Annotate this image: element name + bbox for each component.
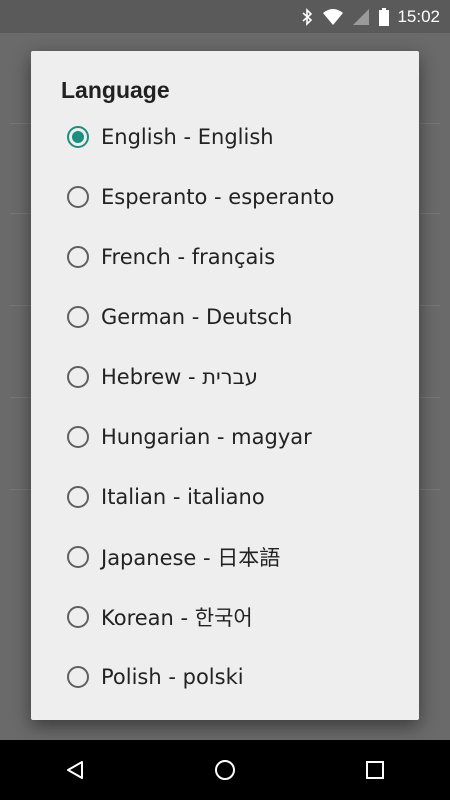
radio-unselected-icon[interactable]	[67, 606, 89, 628]
home-icon[interactable]	[195, 740, 255, 800]
radio-unselected-icon[interactable]	[67, 486, 89, 508]
language-option[interactable]: Italian - italiano	[31, 467, 419, 527]
option-label: French - français	[101, 245, 276, 269]
option-label: Hungarian - magyar	[101, 425, 312, 449]
radio-unselected-icon[interactable]	[67, 186, 89, 208]
option-label: Korean - 한국어	[101, 606, 253, 630]
back-icon[interactable]	[45, 740, 105, 800]
radio-unselected-icon[interactable]	[67, 306, 89, 328]
recents-icon[interactable]	[345, 740, 405, 800]
status-time: 15:02	[397, 6, 440, 26]
language-option[interactable]: English - English	[31, 107, 419, 167]
language-option[interactable]: Hungarian - magyar	[31, 407, 419, 467]
language-option[interactable]: French - français	[31, 227, 419, 287]
language-option[interactable]: Esperanto - esperanto	[31, 167, 419, 227]
radio-unselected-icon[interactable]	[67, 666, 89, 688]
language-dialog: Language English - English Esperanto - e…	[31, 51, 419, 720]
option-label: Japanese - 日本語	[101, 546, 281, 570]
dialog-title: Language	[61, 77, 170, 103]
language-option[interactable]: Polish - polski	[31, 647, 419, 707]
language-option[interactable]: Korean - 한국어	[31, 587, 419, 647]
option-label: German - Deutsch	[101, 305, 293, 329]
radio-unselected-icon[interactable]	[67, 366, 89, 388]
language-options-list: English - English Esperanto - esperanto …	[31, 107, 419, 707]
language-option[interactable]: Japanese - 日本語	[31, 527, 419, 587]
option-label: Polish - polski	[101, 665, 244, 689]
radio-unselected-icon[interactable]	[67, 246, 89, 268]
bluetooth-icon	[301, 7, 313, 27]
radio-unselected-icon[interactable]	[67, 546, 89, 568]
radio-selected-icon[interactable]	[67, 126, 89, 148]
navigation-bar	[0, 740, 450, 800]
option-label: Hebrew - עברית	[101, 365, 258, 389]
option-label: Esperanto - esperanto	[101, 185, 335, 209]
language-option[interactable]: German - Deutsch	[31, 287, 419, 347]
status-bar: 15:02	[0, 0, 450, 33]
language-option[interactable]: Hebrew - עברית	[31, 347, 419, 407]
radio-unselected-icon[interactable]	[67, 426, 89, 448]
battery-icon	[379, 7, 390, 27]
option-label: English - English	[101, 125, 274, 149]
wifi-icon	[323, 7, 344, 27]
option-label: Italian - italiano	[101, 485, 265, 509]
signal-icon	[353, 7, 370, 27]
